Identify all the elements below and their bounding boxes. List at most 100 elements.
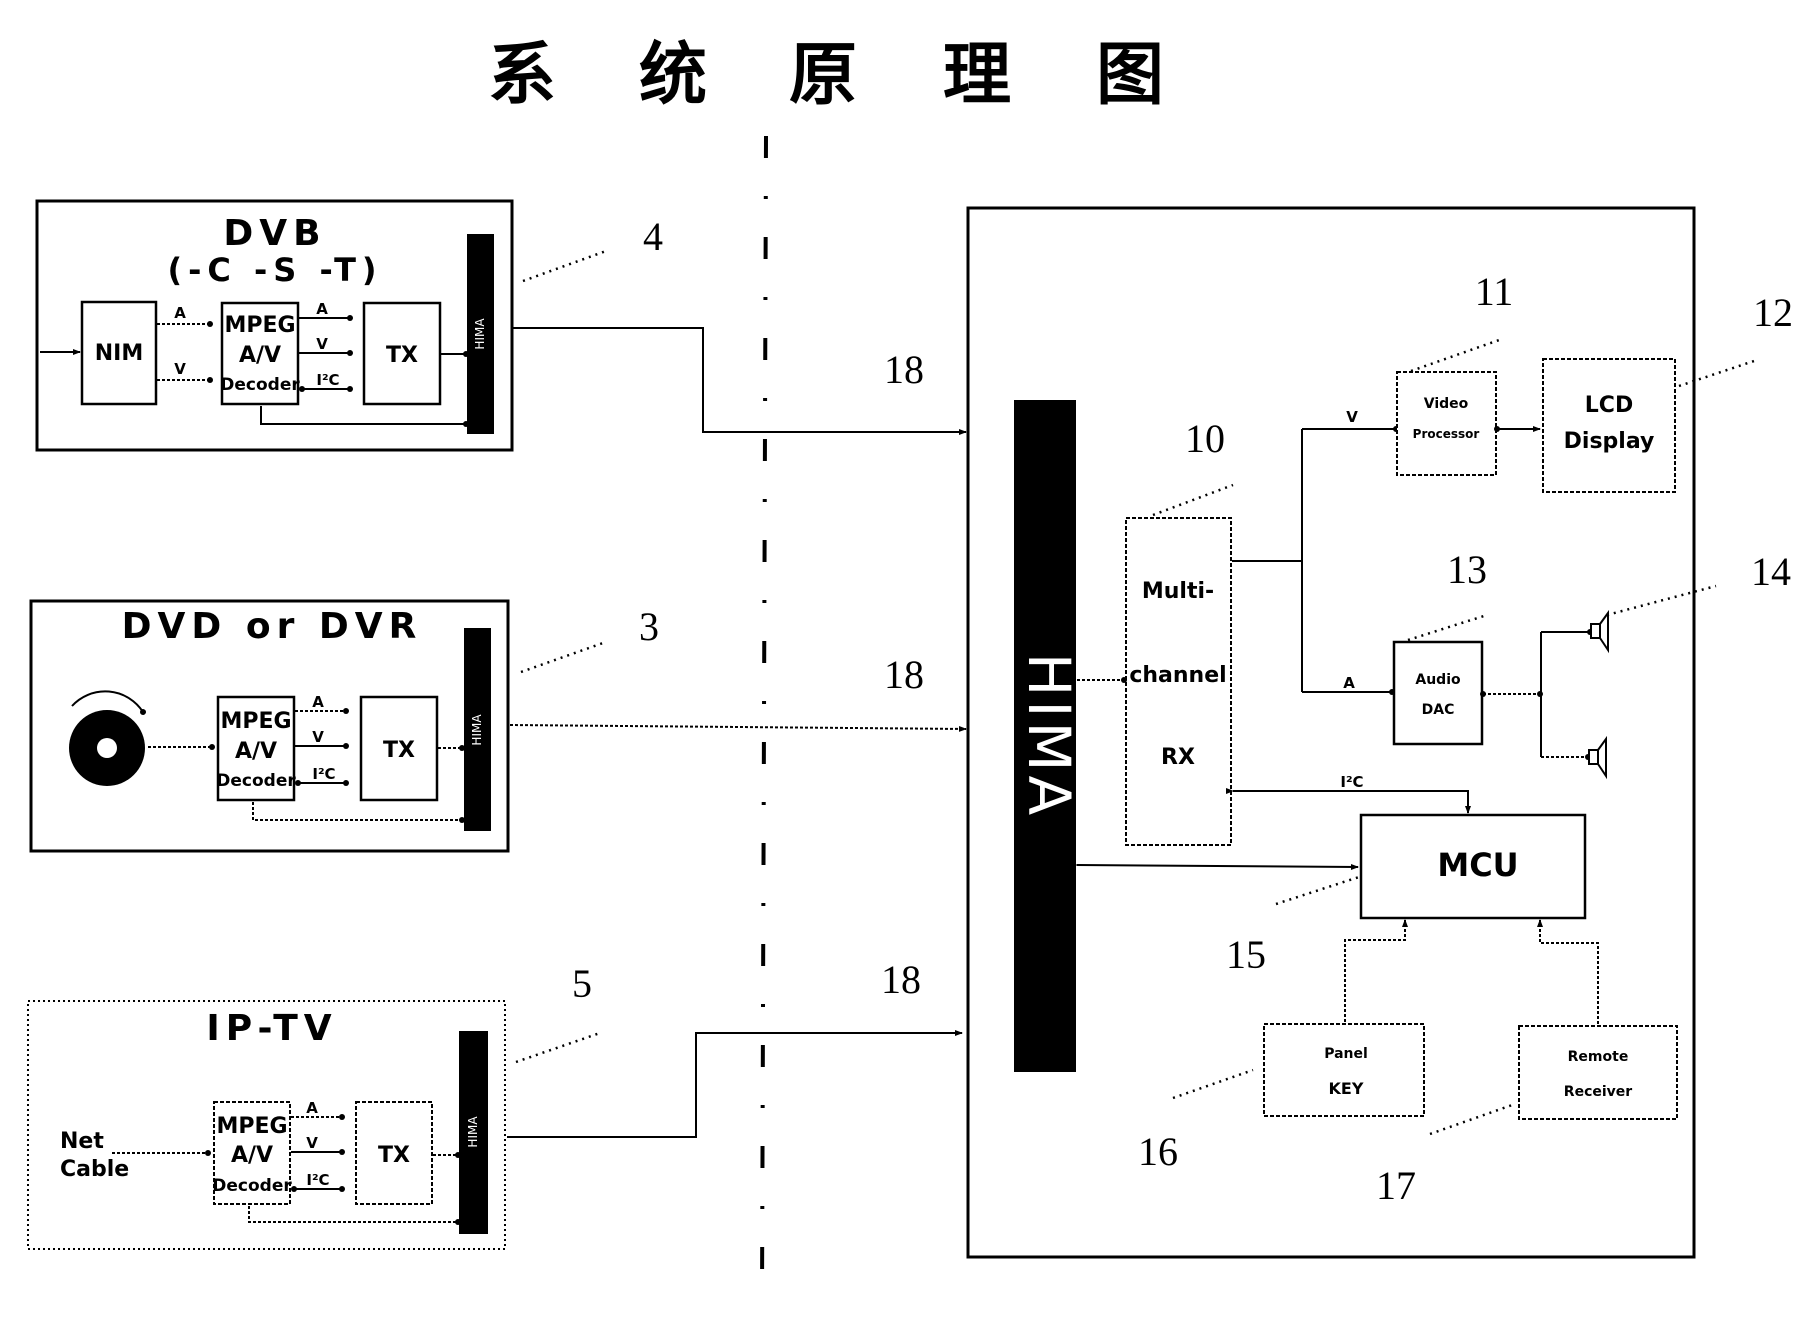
dvd-out-a-label: A bbox=[312, 693, 324, 711]
leader-15 bbox=[1275, 875, 1360, 906]
rx-line2: channel bbox=[1129, 663, 1226, 688]
dvb-subtitle: (-C -S -T) bbox=[167, 251, 382, 289]
leader-4 bbox=[522, 249, 607, 283]
dvb-nim-a-label: A bbox=[174, 304, 186, 322]
iptv-decoder-line1: MPEG bbox=[216, 1114, 287, 1139]
iptv-source-block: IP-TV Net Cable MPEG A/V Decoder A V I²C… bbox=[27, 1000, 506, 1250]
video-processor-line2: Processor bbox=[1413, 427, 1480, 441]
dvb-nim-v-label: V bbox=[174, 360, 186, 378]
link-label-18-bottom: 18 bbox=[881, 957, 921, 1002]
iptv-hima-label: HIMA bbox=[466, 1116, 480, 1148]
audio-dac-line1: Audio bbox=[1415, 672, 1461, 688]
ref-number-10: 10 bbox=[1185, 416, 1225, 461]
dvb-out-v-label: V bbox=[316, 335, 328, 353]
title-char-1: 系 bbox=[488, 36, 556, 115]
dvd-tx-label: TX bbox=[383, 738, 415, 763]
mcu-label: MCU bbox=[1437, 846, 1518, 884]
display-unit: HIMA Multi- channel RX V A Video Process… bbox=[966, 206, 1793, 1259]
link-dvd-to-display bbox=[509, 724, 967, 732]
dvd-decoder-line1: MPEG bbox=[220, 709, 291, 734]
dvb-feedback-line bbox=[260, 406, 469, 427]
leader-16 bbox=[1172, 1068, 1254, 1100]
leader-17 bbox=[1429, 1102, 1516, 1136]
system-diagram: 系 统 原 理 图 DVB (-C -S -T) NIM A V MPEG A/… bbox=[27, 36, 1793, 1301]
title-char-5: 图 bbox=[1096, 36, 1164, 115]
title-char-3: 原 bbox=[789, 36, 857, 115]
ref-number-14: 14 bbox=[1751, 549, 1791, 594]
remote-receiver-block bbox=[1518, 1025, 1678, 1120]
dvb-tx-label: TX bbox=[386, 343, 418, 368]
leader-11 bbox=[1410, 337, 1503, 373]
link-label-18-middle: 18 bbox=[884, 652, 924, 697]
panel-key-line1: Panel bbox=[1324, 1046, 1368, 1062]
mcu-hima-line bbox=[1069, 861, 1359, 870]
dvd-out-i2c-label: I²C bbox=[312, 765, 335, 783]
ref-number-5: 5 bbox=[572, 961, 592, 1006]
dvb-nim-label: NIM bbox=[95, 341, 144, 366]
iptv-title: IP-TV bbox=[206, 1008, 337, 1049]
rx-video-label: V bbox=[1346, 408, 1358, 426]
diagram-title: 系 统 原 理 图 bbox=[488, 36, 1164, 115]
iptv-tx-label: TX bbox=[378, 1143, 410, 1168]
dvb-decoder-line1: MPEG bbox=[224, 313, 295, 338]
dvb-decoder-line2: A/V bbox=[239, 343, 281, 368]
leader-10 bbox=[1152, 483, 1234, 517]
panel-key-block bbox=[1263, 1023, 1425, 1117]
dvb-out-a-label: A bbox=[316, 300, 328, 318]
ref-number-15: 15 bbox=[1226, 932, 1266, 977]
title-char-4: 理 bbox=[943, 36, 1011, 115]
iptv-out-a-label: A bbox=[306, 1099, 318, 1117]
dvb-out-i2c-label: I²C bbox=[316, 371, 339, 389]
dvb-source-block: DVB (-C -S -T) NIM A V MPEG A/V Decoder … bbox=[35, 199, 514, 452]
dvb-decoder-line3: Decoder bbox=[220, 375, 300, 395]
ref-number-3: 3 bbox=[639, 604, 659, 649]
display-hima-label: HIMA bbox=[1015, 653, 1083, 819]
dvd-title: DVD or DVR bbox=[122, 606, 423, 647]
ref-number-17: 17 bbox=[1376, 1163, 1416, 1208]
ref-number-11: 11 bbox=[1475, 269, 1514, 314]
audio-dac-line2: DAC bbox=[1422, 702, 1455, 718]
mcu-i2c-label: I²C bbox=[1340, 773, 1363, 791]
link-iptv-to-display bbox=[507, 1030, 963, 1138]
lcd-line2: Display bbox=[1564, 429, 1655, 454]
lcd-line1: LCD bbox=[1585, 393, 1633, 418]
iptv-decoder-line3: Decoder bbox=[212, 1176, 292, 1196]
title-char-2: 统 bbox=[639, 36, 707, 115]
mcu-i2c-line bbox=[1226, 788, 1471, 814]
ref-number-13: 13 bbox=[1447, 547, 1487, 592]
dvd-decoder-line2: A/V bbox=[235, 739, 277, 764]
audio-dac-block bbox=[1392, 640, 1484, 746]
leader-12 bbox=[1678, 358, 1758, 388]
dvd-feedback-line bbox=[252, 802, 465, 823]
leader-14 bbox=[1606, 584, 1717, 617]
ref-number-16: 16 bbox=[1138, 1129, 1178, 1174]
dvd-hima-label: HIMA bbox=[470, 714, 484, 746]
iptv-input-line2: Cable bbox=[60, 1157, 129, 1182]
disc-icon bbox=[69, 690, 146, 786]
dvd-source-block: DVD or DVR MPEG A/V Decoder A V I²C TX H… bbox=[29, 599, 510, 853]
divider-line bbox=[760, 135, 768, 1301]
dvb-title: DVB bbox=[223, 213, 326, 254]
dvd-decoder-line3: Decoder bbox=[216, 771, 296, 791]
speaker-icon-bottom bbox=[1588, 735, 1607, 780]
dvb-hima-label: HIMA bbox=[473, 318, 487, 350]
remote-to-mcu-line bbox=[1537, 919, 1599, 1024]
leader-3 bbox=[520, 641, 604, 674]
iptv-out-i2c-label: I²C bbox=[306, 1171, 329, 1189]
leader-5 bbox=[515, 1031, 601, 1064]
iptv-input-line1: Net bbox=[60, 1129, 104, 1154]
rx-line3: RX bbox=[1161, 745, 1195, 770]
ref-number-4: 4 bbox=[643, 214, 663, 259]
iptv-decoder-line2: A/V bbox=[231, 1143, 273, 1168]
panel-key-line2: KEY bbox=[1329, 1079, 1364, 1098]
iptv-out-v-label: V bbox=[306, 1134, 318, 1152]
video-processor-block bbox=[1396, 371, 1497, 476]
remote-line1: Remote bbox=[1568, 1049, 1629, 1065]
iptv-feedback-line bbox=[248, 1206, 461, 1225]
rx-line1: Multi- bbox=[1142, 579, 1214, 604]
rx-audio-label: A bbox=[1343, 674, 1355, 692]
video-processor-line1: Video bbox=[1424, 396, 1469, 412]
lcd-display-block bbox=[1542, 358, 1676, 493]
dvd-out-v-label: V bbox=[312, 728, 324, 746]
link-label-18-top: 18 bbox=[884, 347, 924, 392]
